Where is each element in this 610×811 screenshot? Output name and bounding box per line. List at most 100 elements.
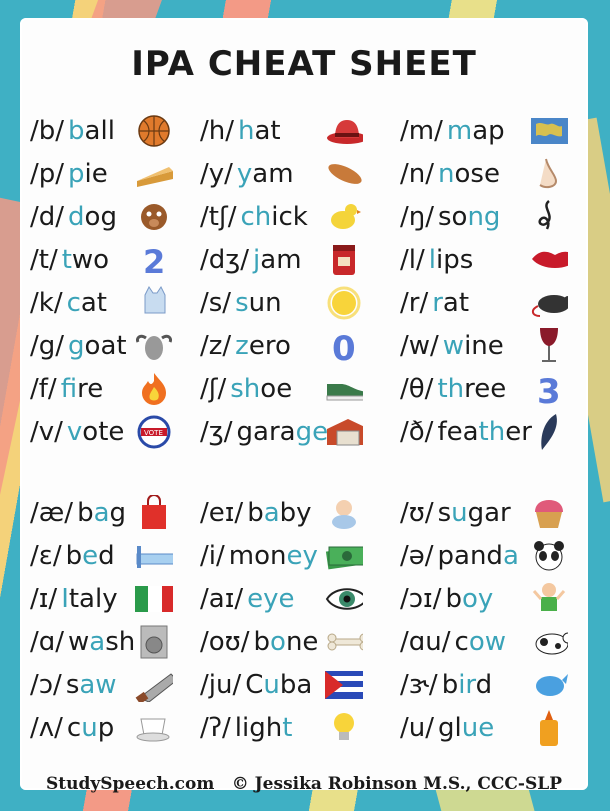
ipa-symbol: /w/ bbox=[400, 331, 439, 361]
ipa-entry: /ʌ/cup bbox=[30, 707, 114, 749]
ipa-entry: /ŋ/song bbox=[400, 196, 500, 238]
ipa-symbol: /d/ bbox=[30, 202, 65, 232]
ipa-symbol: /ɛ/ bbox=[30, 541, 62, 571]
highlighted-sound: ue bbox=[461, 713, 495, 743]
chick-icon bbox=[325, 200, 363, 234]
word-part: gar bbox=[467, 498, 511, 528]
example-word: sugar bbox=[438, 498, 511, 528]
word-part: gl bbox=[438, 713, 462, 743]
highlighted-sound: oy bbox=[461, 584, 494, 614]
highlighted-sound: e bbox=[82, 541, 99, 571]
example-word: bed bbox=[66, 541, 115, 571]
word-part: C bbox=[245, 670, 264, 700]
example-word: baby bbox=[247, 498, 311, 528]
word-part: ine bbox=[464, 331, 504, 361]
word-part: ote bbox=[82, 417, 125, 447]
word-part: gara bbox=[236, 417, 296, 447]
hat-icon bbox=[325, 114, 363, 148]
glue-icon bbox=[530, 710, 568, 746]
ipa-symbol: /l/ bbox=[400, 245, 425, 275]
example-word: glue bbox=[438, 713, 494, 743]
bird-icon bbox=[530, 668, 568, 702]
ipa-symbol: /m/ bbox=[400, 116, 443, 146]
ipa-symbol: /ɔ/ bbox=[30, 670, 62, 700]
footer: StudySpeech.com © Jessika Robinson M.S.,… bbox=[20, 774, 588, 794]
ipa-entry: /tʃ/chick bbox=[200, 196, 308, 238]
sun-icon bbox=[325, 286, 363, 320]
ipa-entry: /eɪ/baby bbox=[200, 492, 312, 534]
word-part: taly bbox=[68, 584, 118, 614]
word-part: all bbox=[84, 116, 115, 146]
ipa-entry: /t/two bbox=[30, 239, 109, 281]
page-title: IPA CHEAT SHEET bbox=[131, 44, 477, 84]
ipa-entry: /n/nose bbox=[400, 153, 500, 195]
ipa-symbol: /k/ bbox=[30, 288, 63, 318]
example-word: bag bbox=[77, 498, 126, 528]
ipa-symbol: /ə/ bbox=[400, 541, 434, 571]
nose-icon bbox=[530, 157, 568, 191]
ipa-symbol: /ŋ/ bbox=[400, 202, 434, 232]
basketball-icon bbox=[135, 114, 173, 148]
ipa-symbol: /r/ bbox=[400, 288, 429, 318]
svg-text:VOTE: VOTE bbox=[144, 429, 163, 437]
word-part: b bbox=[441, 670, 459, 700]
highlighted-sound: ge bbox=[295, 417, 329, 447]
eye-icon bbox=[325, 582, 363, 616]
example-word: sun bbox=[235, 288, 282, 318]
example-word: goat bbox=[68, 331, 127, 361]
ipa-entry: /ð/feather bbox=[400, 411, 532, 453]
ipa-entry: /l/lips bbox=[400, 239, 473, 281]
word-part: c bbox=[66, 713, 82, 743]
highlighted-sound: w bbox=[442, 331, 465, 361]
ipa-entry: /aɪ/eye bbox=[200, 578, 295, 620]
word-part: sh bbox=[105, 627, 136, 657]
yam-icon bbox=[325, 157, 363, 191]
map-icon bbox=[530, 114, 568, 148]
word-part: d bbox=[98, 541, 115, 571]
highlighted-sound: ch bbox=[240, 202, 272, 232]
highlighted-sound: a bbox=[502, 541, 519, 571]
vote-badge-icon: VOTE bbox=[135, 415, 173, 449]
bag-icon bbox=[135, 495, 173, 530]
cuba-flag-icon bbox=[325, 668, 363, 702]
ipa-symbol: /ɑ/ bbox=[30, 627, 65, 657]
example-word: garage bbox=[237, 417, 329, 447]
highlighted-sound: o bbox=[270, 627, 286, 657]
word-part: am bbox=[252, 159, 294, 189]
example-word: cat bbox=[67, 288, 107, 318]
feather-icon bbox=[530, 414, 568, 450]
ipa-entry: /b/ball bbox=[30, 110, 115, 152]
goat-icon bbox=[135, 329, 173, 363]
ipa-entry: /m/map bbox=[400, 110, 505, 152]
ipa-entry: /oʊ/bone bbox=[200, 621, 318, 663]
footer-site: StudySpeech.com bbox=[46, 774, 215, 794]
ipa-entry: /p/pie bbox=[30, 153, 108, 195]
ipa-symbol: /ʌ/ bbox=[30, 713, 63, 743]
ipa-symbol: /ʃ/ bbox=[200, 374, 227, 404]
example-word: bone bbox=[254, 627, 319, 657]
highlighted-sound: th bbox=[437, 374, 465, 404]
ipa-entry: /r/rat bbox=[400, 282, 469, 324]
ipa-entry: /ɛ/bed bbox=[30, 535, 115, 577]
highlighted-sound: l bbox=[428, 245, 436, 275]
footer-credit: © Jessika Robinson M.S., CCC-SLP bbox=[231, 774, 562, 794]
example-word: fire bbox=[61, 374, 104, 404]
highlighted-sound: f bbox=[60, 374, 78, 404]
svg-text:3: 3 bbox=[537, 372, 561, 407]
example-word: lips bbox=[429, 245, 474, 275]
highlighted-sound: u bbox=[81, 713, 98, 743]
word-part: oat bbox=[84, 331, 127, 361]
word-part: pand bbox=[437, 541, 503, 571]
word-part: ick bbox=[271, 202, 308, 232]
word-part: b bbox=[445, 584, 462, 614]
dog-icon bbox=[135, 200, 173, 234]
example-word: light bbox=[235, 713, 293, 743]
shoe-icon bbox=[325, 372, 363, 406]
ipa-symbol: /u/ bbox=[400, 713, 434, 743]
highlighted-sound: ey bbox=[286, 541, 318, 571]
example-word: hat bbox=[238, 116, 281, 146]
highlighted-sound: t bbox=[282, 713, 293, 743]
ipa-symbol: /y/ bbox=[200, 159, 233, 189]
lightbulb-icon bbox=[325, 711, 363, 745]
rat-icon bbox=[530, 286, 568, 320]
